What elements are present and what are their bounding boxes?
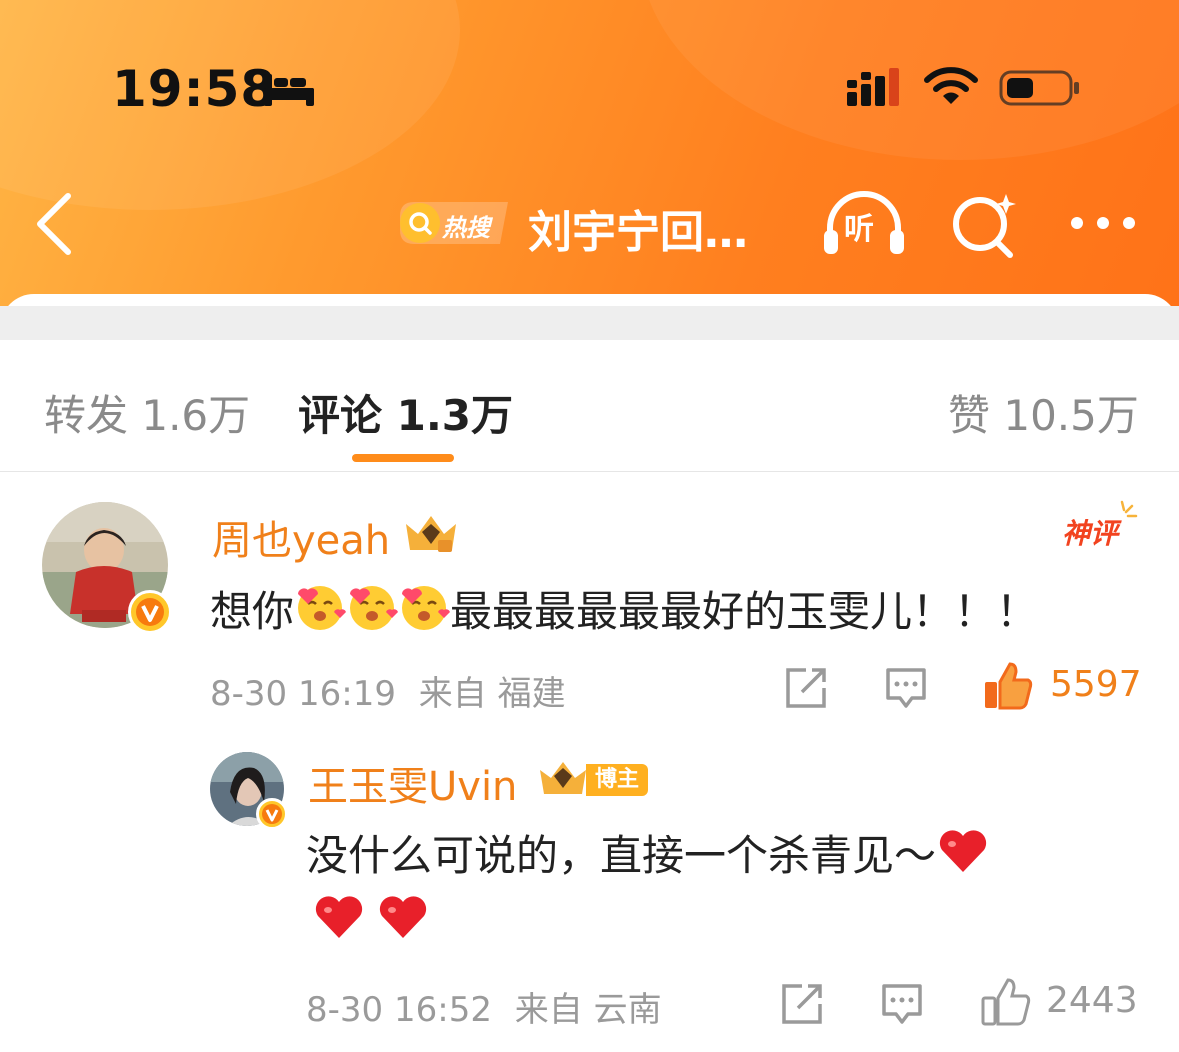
reply-username[interactable]: 王玉雯Uvin bbox=[308, 754, 517, 812]
verified-v-icon bbox=[136, 598, 164, 626]
wifi-icon bbox=[924, 67, 978, 104]
member-crown-icon bbox=[406, 516, 456, 552]
like-count: 2443 bbox=[1046, 980, 1138, 1021]
listen-button[interactable]: 听 bbox=[822, 190, 906, 256]
interaction-tabs: 转发 1.6万 评论 1.3万 赞 10.5万 bbox=[0, 340, 1179, 472]
header-decoration bbox=[640, 0, 1179, 160]
red-heart-emoji bbox=[379, 896, 427, 938]
love-face-emoji bbox=[350, 586, 399, 630]
comment-location: 来自 福建 bbox=[418, 674, 566, 714]
hot-search-badge[interactable]: 热搜 bbox=[396, 198, 512, 248]
battery-icon bbox=[999, 70, 1079, 106]
status-time: 19:58 bbox=[112, 60, 277, 118]
verified-badge bbox=[128, 590, 172, 634]
red-heart-emoji bbox=[315, 896, 363, 938]
god-comment-badge: 神评 bbox=[1058, 500, 1138, 550]
reply-icon[interactable] bbox=[884, 666, 928, 710]
comment-text: 想你 最最最最最最好的玉雯儿！！！ bbox=[210, 578, 1038, 639]
share-icon[interactable] bbox=[784, 666, 828, 710]
active-tab-indicator bbox=[352, 454, 454, 462]
hot-search-label: 热搜 bbox=[442, 214, 490, 242]
reply-text-part: 没什么可说的，直接一个杀青见～ bbox=[306, 831, 937, 880]
reply-text: 没什么可说的，直接一个杀青见～ bbox=[306, 822, 990, 883]
listen-label: 听 bbox=[844, 212, 874, 247]
member-crown-icon bbox=[540, 762, 586, 794]
tab-repost[interactable]: 转发 1.6万 bbox=[44, 382, 250, 443]
tab-comment[interactable]: 评论 1.3万 bbox=[298, 382, 513, 443]
back-chevron-icon[interactable] bbox=[34, 192, 74, 256]
god-comment-label: 神评 bbox=[1062, 517, 1119, 550]
share-icon[interactable] bbox=[780, 982, 824, 1026]
more-dots-icon[interactable] bbox=[1068, 212, 1138, 234]
verified-badge bbox=[256, 798, 288, 830]
header-bar: 19:58 热搜 刘宇宁回… 听 bbox=[0, 0, 1179, 340]
blogger-badge: 博主 bbox=[586, 764, 648, 796]
comment-date: 8-30 16:19 bbox=[210, 674, 396, 714]
reply-location: 来自 云南 bbox=[514, 990, 662, 1030]
comment-username[interactable]: 周也yeah bbox=[212, 508, 390, 566]
reply-date: 8-30 16:52 bbox=[306, 990, 492, 1030]
comment-text-part: 最最最最最最好的玉雯儿！！！ bbox=[450, 587, 1039, 636]
bed-icon bbox=[264, 74, 314, 106]
reply-hearts bbox=[312, 890, 440, 944]
sheet-divider-band bbox=[0, 306, 1179, 340]
comment-text-part: 想你 bbox=[210, 587, 295, 636]
red-heart-emoji bbox=[939, 830, 987, 872]
search-sparkle-icon[interactable] bbox=[950, 192, 1016, 258]
cellular-signal-icon bbox=[847, 68, 899, 106]
thumbs-up-icon[interactable] bbox=[982, 660, 1034, 712]
reply-meta: 8-30 16:52 来自 云南 bbox=[306, 982, 662, 1031]
love-face-emoji bbox=[298, 586, 347, 630]
verified-v-icon bbox=[262, 804, 282, 824]
like-count: 5597 bbox=[1050, 664, 1142, 705]
love-face-emoji bbox=[402, 586, 451, 630]
reply-icon[interactable] bbox=[880, 982, 924, 1026]
topic-title: 刘宇宁回… bbox=[528, 207, 748, 258]
thumbs-up-icon[interactable] bbox=[980, 976, 1032, 1028]
comment-meta: 8-30 16:19 来自 福建 bbox=[210, 666, 566, 715]
tab-like[interactable]: 赞 10.5万 bbox=[948, 382, 1139, 443]
